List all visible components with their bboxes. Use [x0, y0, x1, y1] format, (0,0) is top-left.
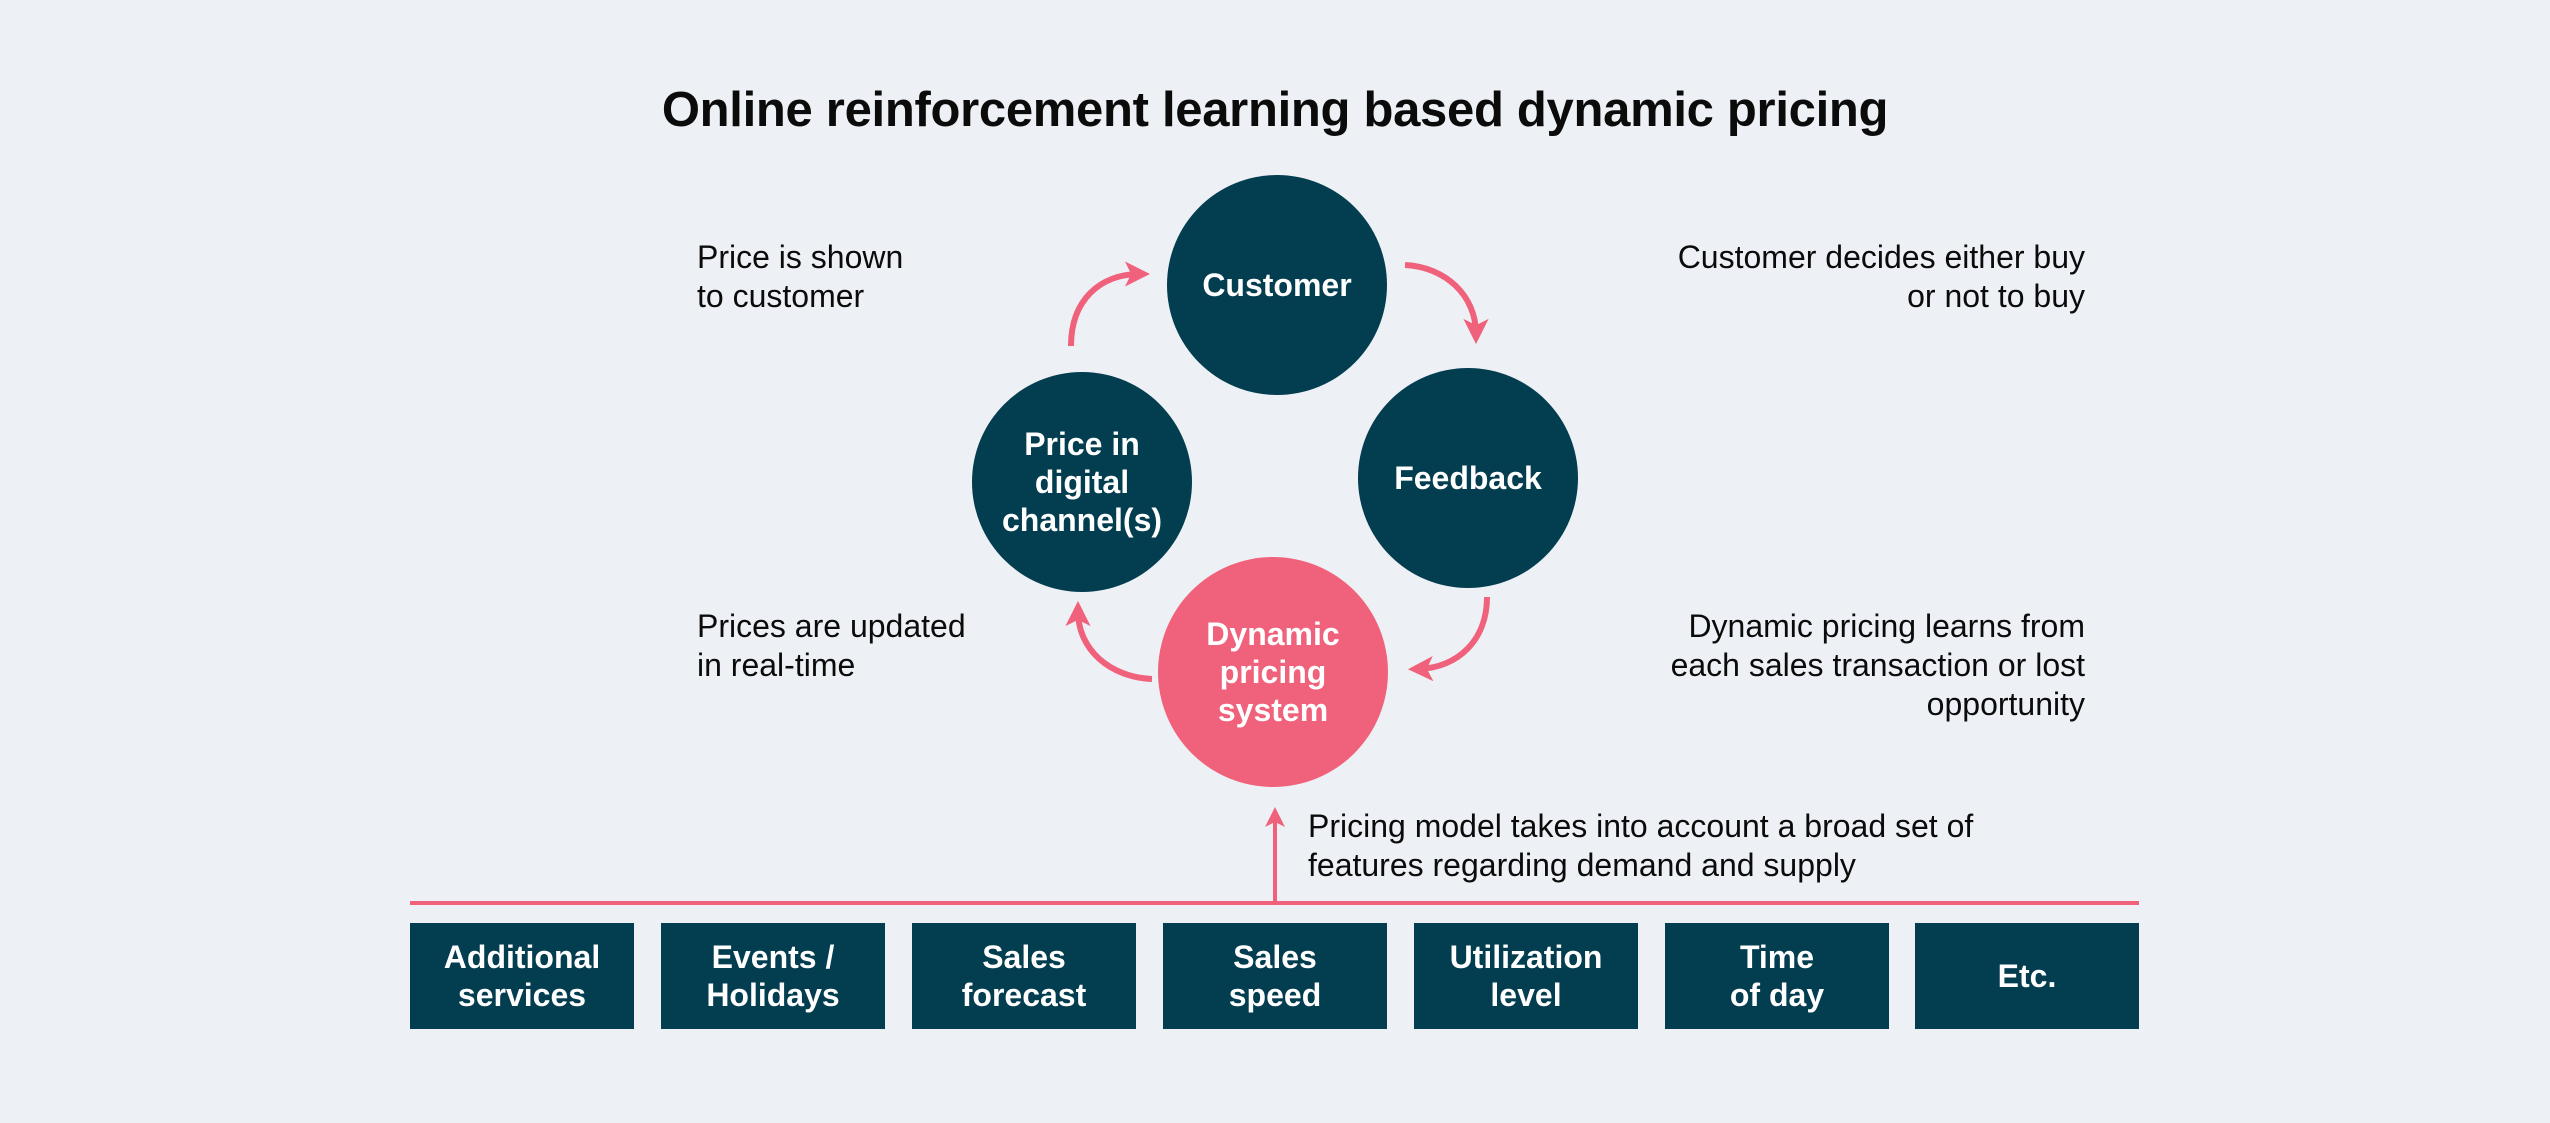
- feature-etc: Etc.: [1915, 923, 2139, 1029]
- arrow-dynamic-to-price: [1065, 600, 1153, 682]
- node-dynamic-pricing-system: Dynamic pricing system: [1158, 557, 1388, 787]
- arrow-price-to-customer: [1068, 261, 1151, 347]
- feature-utilization-level: Utilization level: [1414, 923, 1638, 1029]
- feature-sales-speed: Sales speed: [1163, 923, 1387, 1029]
- node-customer: Customer: [1167, 175, 1387, 395]
- node-feedback: Feedback: [1358, 368, 1578, 588]
- feature-sales-forecast: Sales forecast: [912, 923, 1136, 1029]
- feature-events-holidays: Events / Holidays: [661, 923, 885, 1029]
- features-note: Pricing model takes into account a broad…: [1308, 808, 1974, 883]
- feature-time-of-day: Time of day: [1665, 923, 1889, 1029]
- node-price-in-digital-channels: Price in digital channel(s): [972, 372, 1192, 592]
- arrow-feedback-to-dynamic: [1407, 596, 1490, 682]
- feature-additional-services: Additional services: [410, 923, 634, 1029]
- arrow-customer-to-feedback: [1404, 262, 1489, 345]
